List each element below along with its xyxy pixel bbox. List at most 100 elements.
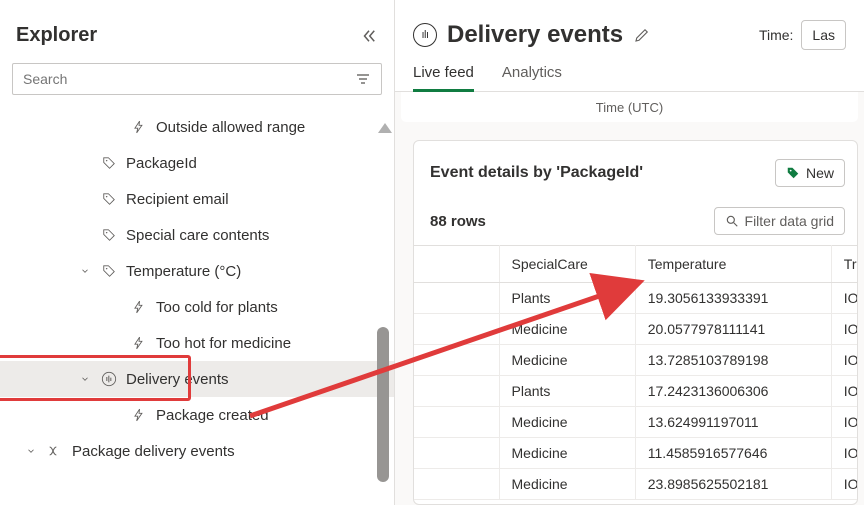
cell	[414, 438, 499, 469]
tag-icon	[100, 156, 118, 170]
sidebar-item-packageid[interactable]: PackageId	[0, 145, 394, 181]
table-row[interactable]: Medicine23.8985625502181IOT	[414, 469, 857, 500]
new-button-label: New	[806, 165, 834, 181]
cell: 17.2423136006306	[635, 376, 831, 407]
table-row[interactable]: Medicine20.0577978111141IOT	[414, 314, 857, 345]
sidebar: Explorer Outside allowed range PackageId R…	[0, 0, 395, 505]
cell: IOT	[831, 407, 857, 438]
cell: 20.0577978111141	[635, 314, 831, 345]
sidebar-item-recipient-email[interactable]: Recipient email	[0, 181, 394, 217]
sidebar-item-label: PackageId	[126, 155, 197, 172]
sidebar-item-package-delivery-events[interactable]: Package delivery events	[0, 433, 394, 469]
cell: 19.3056133933391	[635, 283, 831, 314]
table-row[interactable]: Medicine13.7285103789198IOT	[414, 345, 857, 376]
sidebar-item-temperature-c-[interactable]: Temperature (°C)	[0, 253, 394, 289]
sidebar-item-label: Recipient email	[126, 191, 229, 208]
cell: 13.624991197011	[635, 407, 831, 438]
bolt-icon	[130, 336, 148, 350]
column-header-temperature[interactable]: Temperature	[635, 246, 831, 283]
stream-icon: ılı	[413, 23, 437, 47]
column-header-blank[interactable]	[414, 246, 499, 283]
table-row[interactable]: Medicine11.4585916577646IOT	[414, 438, 857, 469]
search-field[interactable]	[12, 63, 382, 95]
filter-data-grid[interactable]: Filter data grid	[714, 207, 845, 235]
flow-icon	[46, 443, 64, 459]
collapse-sidebar-button[interactable]	[360, 27, 378, 45]
cell	[414, 469, 499, 500]
sidebar-item-label: Package created	[156, 407, 269, 424]
cell: 13.7285103789198	[635, 345, 831, 376]
search-input[interactable]	[13, 71, 345, 87]
chevrons-left-icon	[360, 27, 378, 45]
tabs: Live feed Analytics	[395, 58, 864, 92]
bolt-icon	[130, 300, 148, 314]
sidebar-item-too-hot-for-medicine[interactable]: Too hot for medicine	[0, 325, 394, 361]
sidebar-item-outside-allowed-range[interactable]: Outside allowed range	[0, 109, 394, 145]
tab-live-feed[interactable]: Live feed	[413, 58, 474, 91]
sidebar-item-delivery-events[interactable]: Delivery events	[0, 361, 394, 397]
sidebar-item-label: Too cold for plants	[156, 299, 278, 316]
cell: Medicine	[499, 314, 635, 345]
cell: IOT	[831, 438, 857, 469]
cell: Medicine	[499, 345, 635, 376]
cell	[414, 407, 499, 438]
tag-icon	[786, 166, 800, 180]
chevron-down-icon	[80, 266, 96, 276]
table-row[interactable]: Medicine13.624991197011IOT	[414, 407, 857, 438]
bolt-icon	[130, 120, 148, 134]
bolt-icon	[130, 408, 148, 422]
time-label: Time:	[759, 27, 793, 43]
tab-analytics[interactable]: Analytics	[502, 58, 562, 91]
column-header-specialcare[interactable]: SpecialCare	[499, 246, 635, 283]
tag-icon	[100, 228, 118, 242]
page-title: Delivery events	[447, 21, 623, 49]
cell: IOT	[831, 314, 857, 345]
row-count: 88 rows	[430, 213, 486, 230]
cell	[414, 314, 499, 345]
explorer-title: Explorer	[16, 24, 97, 47]
cell	[414, 376, 499, 407]
time-axis-label: Time (UTC)	[401, 92, 858, 122]
table-row[interactable]: Plants19.3056133933391IOT	[414, 283, 857, 314]
sidebar-item-label: Package delivery events	[72, 443, 235, 460]
edit-title-button[interactable]	[633, 26, 651, 44]
tag-icon	[100, 264, 118, 278]
cell: Medicine	[499, 469, 635, 500]
sidebar-item-label: Temperature (°C)	[126, 263, 241, 280]
cell: 23.8985625502181	[635, 469, 831, 500]
tree: Outside allowed range PackageId Recipient …	[0, 103, 394, 505]
search-icon	[725, 214, 739, 228]
pencil-icon	[633, 26, 651, 44]
main-panel: ılı Delivery events Time: Las Live feed A…	[395, 0, 864, 505]
cell: IOT	[831, 345, 857, 376]
table-row[interactable]: Plants17.2423136006306IOT	[414, 376, 857, 407]
cell: IOT	[831, 283, 857, 314]
cell	[414, 345, 499, 376]
time-picker-value: Las	[812, 27, 835, 43]
cell: Medicine	[499, 438, 635, 469]
cell: Plants	[499, 283, 635, 314]
stream-icon	[100, 371, 118, 387]
cell: IOT	[831, 376, 857, 407]
sidebar-item-label: Outside allowed range	[156, 119, 305, 136]
time-picker[interactable]: Las	[801, 20, 846, 50]
filter-icon[interactable]	[345, 71, 381, 87]
sidebar-item-label: Special care contents	[126, 227, 269, 244]
event-details-panel: Event details by 'PackageId' New 88 rows…	[413, 140, 858, 505]
chevron-down-icon	[26, 446, 42, 456]
new-button[interactable]: New	[775, 159, 845, 187]
column-header-tracking[interactable]: Tracking	[831, 246, 857, 283]
cell: Medicine	[499, 407, 635, 438]
sidebar-item-special-care-contents[interactable]: Special care contents	[0, 217, 394, 253]
panel-title: Event details by 'PackageId'	[430, 164, 643, 182]
tag-icon	[100, 192, 118, 206]
sidebar-item-too-cold-for-plants[interactable]: Too cold for plants	[0, 289, 394, 325]
sidebar-item-label: Too hot for medicine	[156, 335, 291, 352]
sidebar-item-package-created[interactable]: Package created	[0, 397, 394, 433]
data-table: SpecialCareTemperatureTracking Plants19.…	[414, 245, 857, 500]
cell: Plants	[499, 376, 635, 407]
cell	[414, 283, 499, 314]
filter-placeholder: Filter data grid	[745, 213, 834, 229]
cell: IOT	[831, 469, 857, 500]
chevron-down-icon	[80, 374, 96, 384]
